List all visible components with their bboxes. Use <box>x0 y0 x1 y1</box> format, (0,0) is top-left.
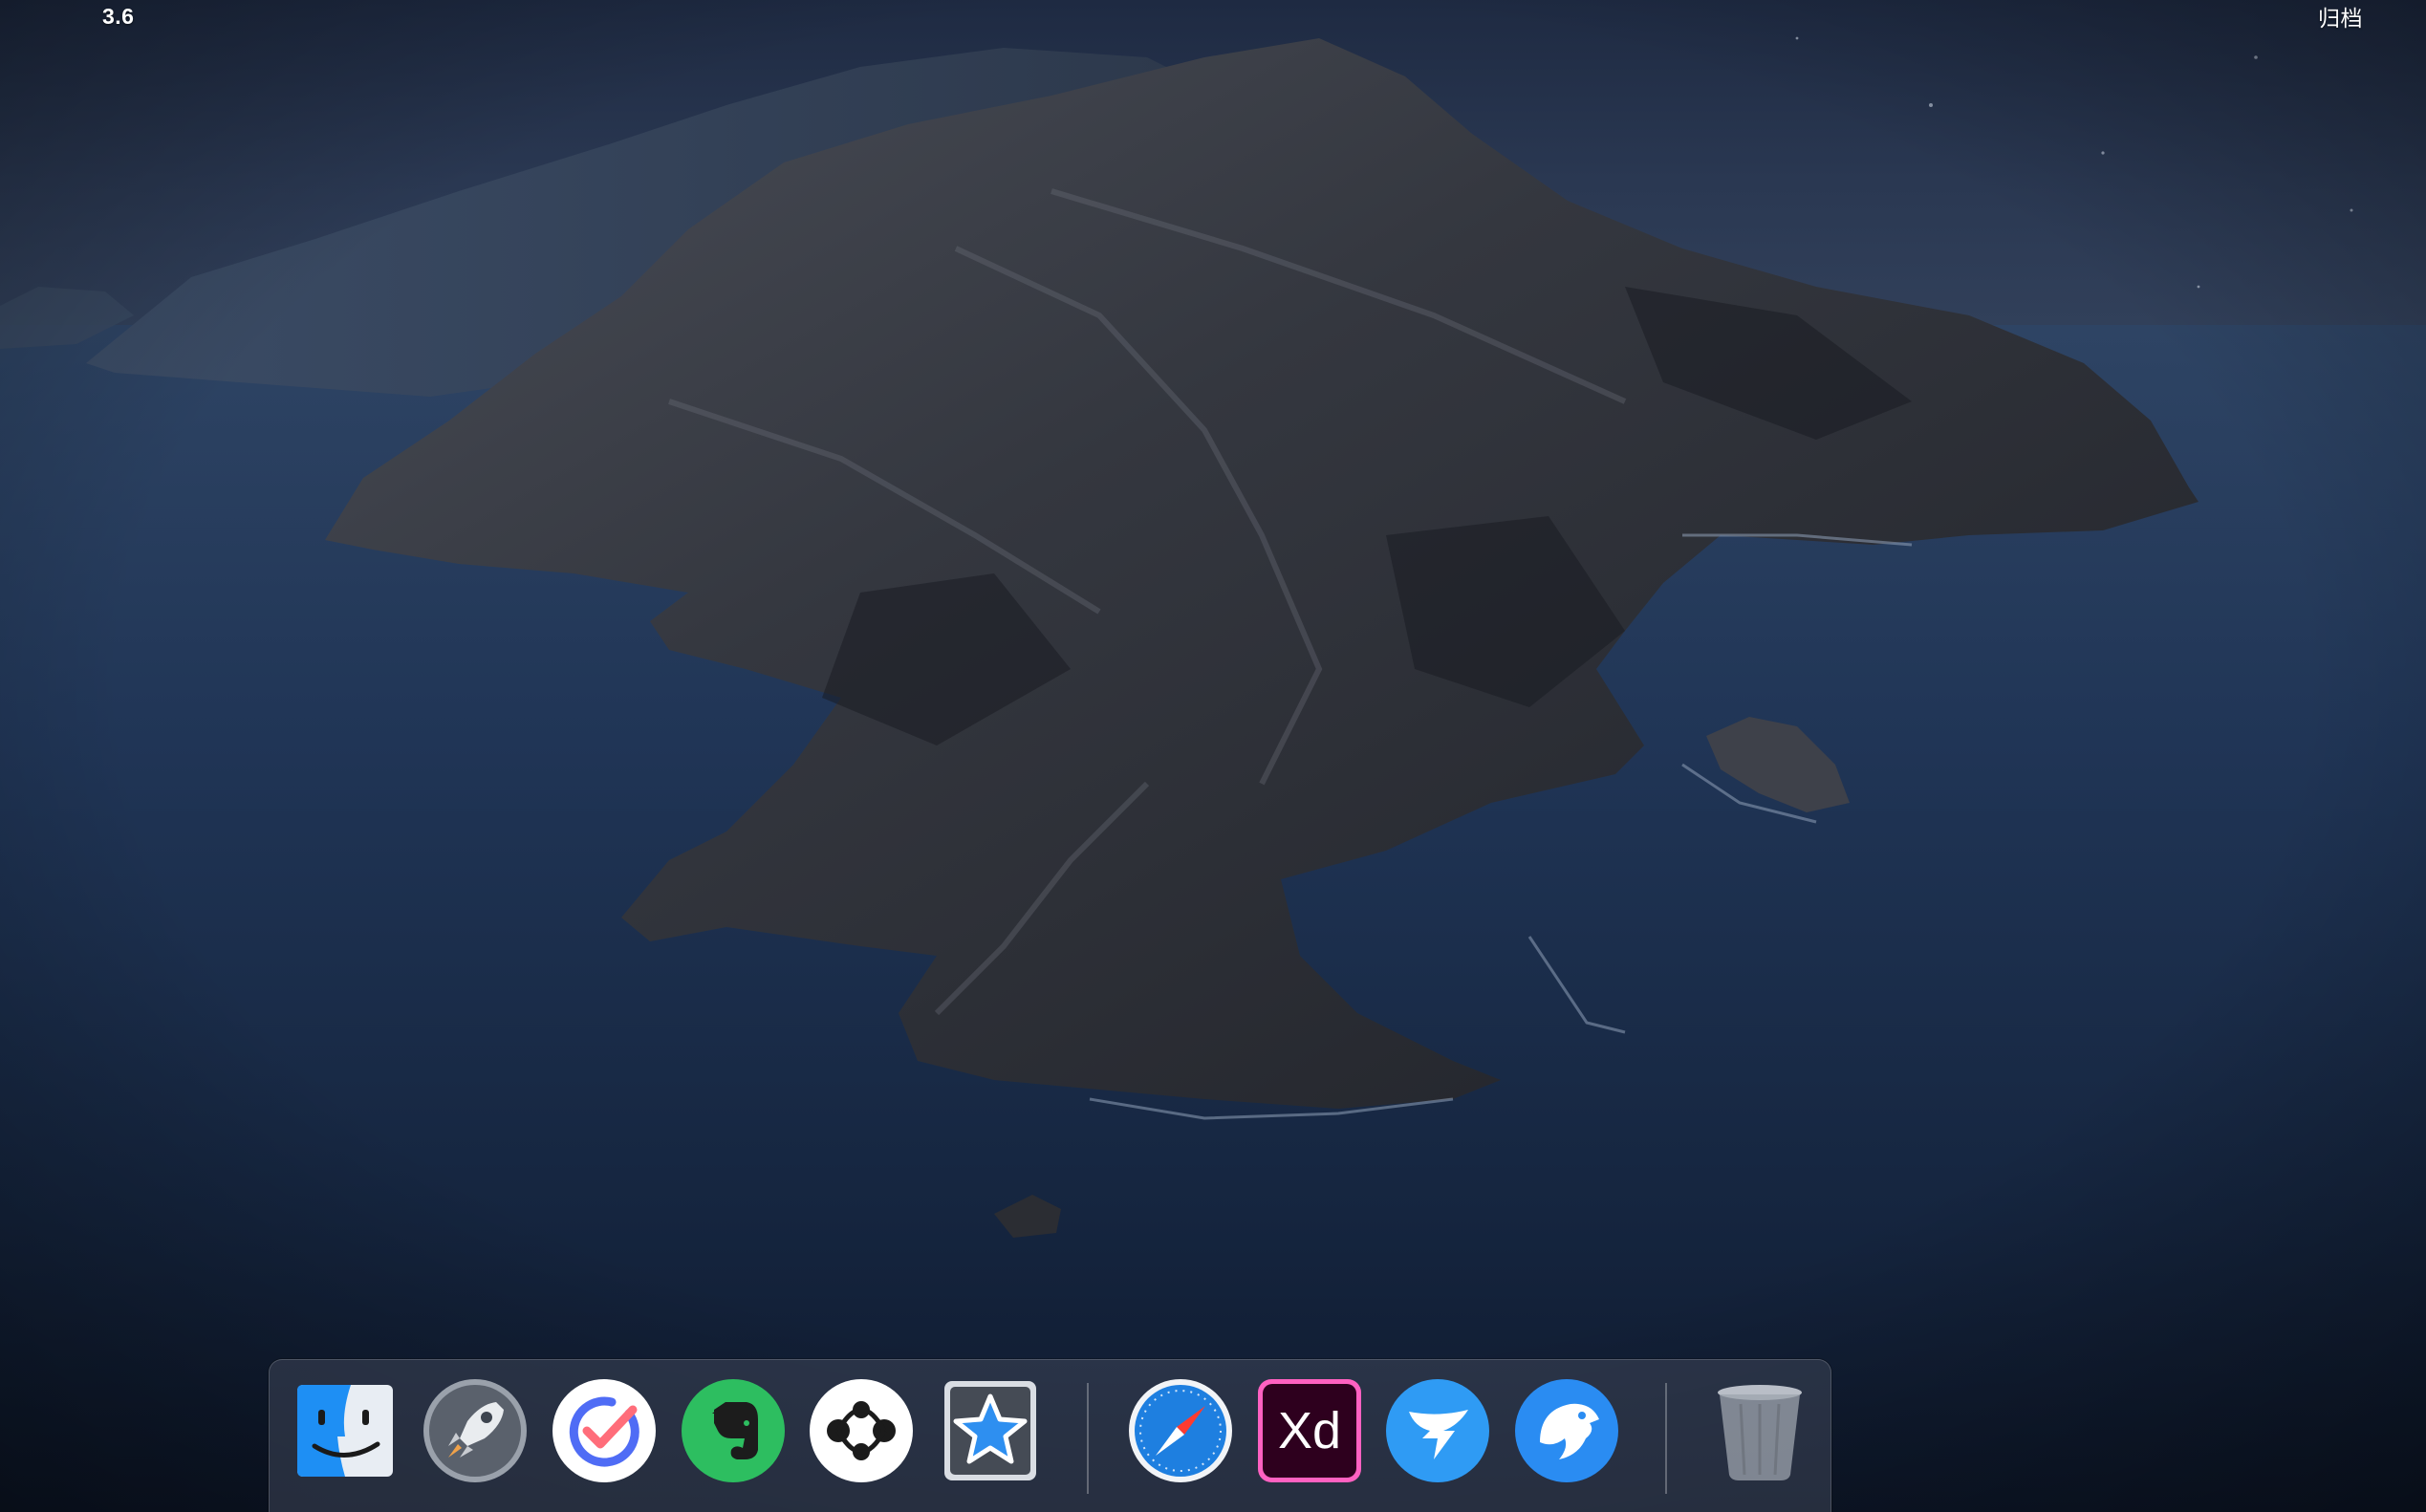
dock: Xd <box>269 1359 1831 1512</box>
finder-icon <box>297 1385 393 1477</box>
ticktick-dock-item[interactable] <box>549 1375 660 1486</box>
trash-dock-item[interactable] <box>1704 1375 1815 1486</box>
evernote-elephant-icon <box>682 1379 785 1482</box>
adobe-xd-icon: Xd <box>1258 1379 1361 1482</box>
launchpad-dock-item[interactable] <box>420 1375 531 1486</box>
eagle-dock-item[interactable] <box>1511 1375 1622 1486</box>
launchpad-rocket-icon <box>423 1379 527 1482</box>
ticktick-checkmark-icon <box>552 1379 656 1482</box>
trash-can-icon <box>1718 1385 1802 1480</box>
reeder-dock-item[interactable] <box>935 1375 1046 1486</box>
wallpaper-image <box>0 0 2426 1512</box>
finder-dock-item[interactable] <box>290 1375 401 1486</box>
eagle-bird-icon <box>1515 1379 1618 1482</box>
safari-dock-item[interactable] <box>1125 1375 1236 1486</box>
adobe-xd-dock-item[interactable]: Xd <box>1254 1375 1365 1486</box>
dingtalk-dock-item[interactable] <box>1382 1375 1493 1486</box>
mindnode-dock-item[interactable] <box>806 1375 917 1486</box>
adobe-xd-icon-text: Xd <box>1278 1402 1341 1459</box>
mindnode-icon <box>810 1379 913 1482</box>
dock-separator <box>1665 1383 1667 1494</box>
desktop: 3.6 归档 Xd <box>0 0 2426 1512</box>
reeder-star-icon <box>944 1381 1036 1480</box>
dingtalk-wing-icon <box>1386 1379 1489 1482</box>
dock-separator <box>1087 1383 1089 1494</box>
evernote-dock-item[interactable] <box>678 1375 789 1486</box>
safari-compass-icon <box>1129 1379 1232 1482</box>
desktop-item-label: 归档 <box>2318 6 2363 31</box>
desktop-item-label: 3.6 <box>102 4 135 29</box>
